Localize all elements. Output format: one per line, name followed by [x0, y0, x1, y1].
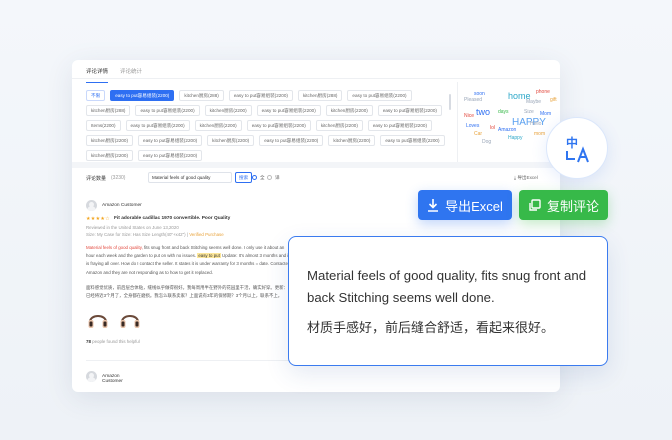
- tag-chip[interactable]: easy to put容易组装(2200): [367, 120, 432, 131]
- tab-divider: [72, 78, 560, 79]
- translation-chinese: 材质手感好，前后缝合舒适，看起来很好。: [307, 320, 555, 335]
- download-icon: [428, 199, 439, 212]
- avatar: [86, 200, 97, 211]
- tag-chip[interactable]: kitchen厨房(2200): [204, 105, 252, 116]
- tag-scrollbar[interactable]: [449, 94, 451, 110]
- export-excel-label: 导出Excel: [445, 198, 503, 214]
- radio-all-label: 全: [260, 175, 265, 180]
- tag-chip[interactable]: easy to put容易组装(2200): [125, 120, 190, 131]
- review-author-2: Amazon Customer: [102, 374, 123, 384]
- tab-review-details[interactable]: 评论详情: [86, 67, 109, 83]
- tag-chip[interactable]: kitchen厨房(2200): [325, 105, 373, 116]
- verified-purchase-link[interactable]: Verified Purchase: [189, 232, 223, 237]
- headphone-image[interactable]: [86, 308, 110, 332]
- tag-chip[interactable]: kitchen厨房(2200): [86, 135, 134, 146]
- word-cloud-word: lol: [490, 125, 496, 131]
- word-cloud-word: Loves: [466, 123, 480, 129]
- radio-all[interactable]: [252, 175, 257, 180]
- tag-chip[interactable]: kitchen厨房(288): [297, 90, 343, 101]
- tag-highlight: easy to put: [197, 253, 221, 259]
- tag-chip[interactable]: easy to put容易组装(2200): [138, 150, 203, 161]
- tag-chip[interactable]: 不限: [86, 90, 106, 101]
- tag-chip[interactable]: kitchen厨房(2200): [328, 135, 376, 146]
- word-cloud-word: soon: [474, 91, 485, 97]
- export-excel-link-label: 导出Excel: [517, 175, 538, 180]
- tab-review-stats[interactable]: 评论统计: [120, 67, 142, 83]
- translate-icon: 中: [566, 135, 589, 163]
- panel-divider: [457, 82, 458, 162]
- review-variant: Size: My Case for Size: Has Size Length(…: [86, 232, 224, 237]
- review-body: Material feels of good quality, fits snu…: [86, 244, 292, 277]
- keyword-highlight: Material feels of good quality,: [86, 245, 143, 250]
- tag-chip[interactable]: easy to put容易组装(2200): [110, 90, 175, 101]
- word-cloud-word: Car: [474, 131, 483, 137]
- tag-chip[interactable]: easy to put容易组装(2200): [380, 135, 445, 146]
- review-count-value: (3230): [111, 175, 126, 181]
- tag-chip[interactable]: kitchen厨房(288): [86, 105, 131, 116]
- tag-chip[interactable]: easy to put容易组装(2200): [259, 135, 324, 146]
- helpful-count: 78 people found this helpful: [86, 339, 140, 344]
- copy-review-label: 复制评论: [546, 198, 599, 214]
- svg-text:中: 中: [566, 135, 578, 150]
- tag-chip[interactable]: easy to put容易组装(2200): [135, 105, 200, 116]
- word-cloud-word: days: [498, 109, 509, 115]
- tag-chip[interactable]: kitchen厨房(2200): [194, 120, 242, 131]
- export-excel-button[interactable]: 导出Excel: [418, 190, 512, 220]
- headphone-image-2[interactable]: [118, 308, 142, 332]
- word-cloud-word: phone: [536, 89, 550, 95]
- tag-chip[interactable]: easy to put容易组装(2200): [246, 120, 311, 131]
- translation-popover: Material feels of good quality, fits snu…: [288, 236, 608, 366]
- tag-chip[interactable]: easy to put容易组装(2200): [347, 90, 412, 101]
- review-author: Amazon Customer: [102, 203, 142, 208]
- tag-chip[interactable]: easy to put容易组装(2200): [228, 90, 293, 101]
- tag-list: 不限 easy to put容易组装(2200) kitchen厨房(288) eas…: [86, 90, 452, 161]
- tag-chip[interactable]: kitchen厨房(2200): [315, 120, 363, 131]
- tag-chip[interactable]: easy to put容易组装(2200): [377, 105, 442, 116]
- translate-button[interactable]: 中: [546, 117, 608, 179]
- copy-review-button[interactable]: 复制评论: [519, 190, 608, 220]
- review-list-header: 评论数量 (3230) Material feels of good quali…: [86, 172, 556, 186]
- avatar-2: [86, 371, 97, 382]
- word-cloud-word: two: [476, 107, 491, 117]
- word-cloud-word: gift: [550, 97, 557, 103]
- star-rating: ★★★★☆: [86, 216, 110, 222]
- tag-chip[interactable]: Items(2200): [86, 120, 121, 131]
- search-button[interactable]: 搜索: [235, 172, 253, 183]
- word-cloud-word: mom: [534, 131, 546, 137]
- word-cloud-word: Nice: [464, 113, 475, 119]
- word-cloud-word: Maybe: [526, 99, 542, 105]
- radio-translate-label: 译: [275, 175, 280, 180]
- review-images: [86, 308, 142, 332]
- word-cloud-word: Happy: [508, 135, 523, 141]
- radio-translate[interactable]: [267, 175, 272, 180]
- section-separator: [72, 162, 560, 168]
- word-cloud-word: Pleased: [464, 97, 483, 103]
- tag-chip[interactable]: kitchen厨房(288): [179, 90, 224, 101]
- review-meta: Reviewed in the United States on June 13…: [86, 225, 179, 230]
- review-count-label: 评论数量: [86, 176, 107, 182]
- word-cloud-word: Hello: [530, 121, 542, 127]
- review-title: Fit adorable cadillac 1970 convertible. …: [114, 216, 231, 221]
- tag-chip[interactable]: kitchen厨房(2200): [207, 135, 255, 146]
- tab-bar: 评论详情 评论统计: [86, 67, 142, 83]
- word-cloud-word: Dog: [482, 139, 492, 145]
- export-excel-link[interactable]: ⤓ 导出Excel: [514, 175, 538, 181]
- helpful-number: 78: [86, 339, 91, 344]
- review-search-input[interactable]: Material feels of good quality: [148, 172, 232, 183]
- tag-filter-panel: 不限 easy to put容易组装(2200) kitchen厨房(288) eas…: [86, 90, 452, 162]
- variant-text: Size: My Case for Size: Has Size Length(…: [86, 232, 188, 237]
- review-translation: 面料感觉优质，前后层合体贴，缝线似乎做得很好。我每周用半在野外的花园里干活，确实…: [86, 285, 288, 299]
- tag-chip[interactable]: easy to put容易组装(2200): [256, 105, 321, 116]
- translation-english: Material feels of good quality, fits snu…: [307, 268, 587, 305]
- tag-chip[interactable]: easy to put容易组装(2200): [138, 135, 203, 146]
- copy-icon: [529, 198, 541, 211]
- word-cloud-word: Amazon: [498, 127, 517, 133]
- helpful-text: people found this helpful: [92, 339, 140, 344]
- tag-chip[interactable]: kitchen厨房(2200): [86, 150, 134, 161]
- word-cloud-word: Size: [524, 109, 534, 115]
